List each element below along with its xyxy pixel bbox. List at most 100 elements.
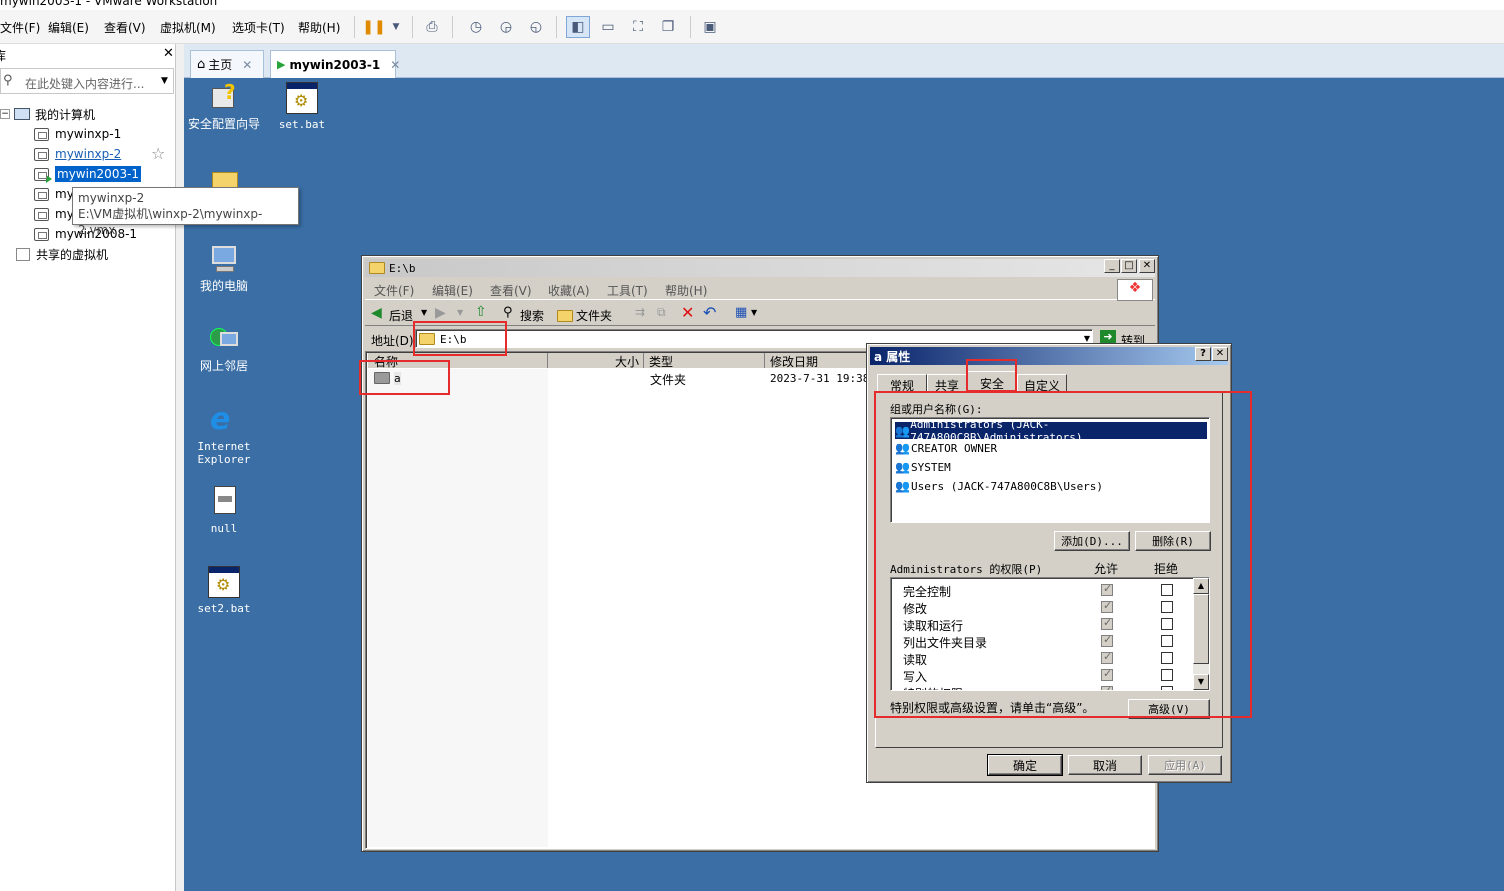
chevron-down-icon[interactable]: ▼ [384,16,408,38]
deny-checkbox[interactable] [1161,652,1173,664]
undo-icon[interactable]: ↶ [703,303,716,322]
menu-tabs[interactable]: 选项卡(T) [232,19,285,36]
deny-checkbox[interactable] [1161,669,1173,681]
allow-checkbox[interactable] [1101,616,1113,630]
chevron-down-icon[interactable]: ▼ [421,308,427,317]
snapshot-icon[interactable]: ◷ [464,16,488,38]
menu-vm[interactable]: 虚拟机(M) [160,19,216,36]
menu-file[interactable]: 文件(F) [374,282,414,299]
help-button[interactable]: ? [1195,347,1211,361]
remove-user-button[interactable]: 删除(R) [1135,531,1211,551]
search-button[interactable]: 搜索 [520,307,544,324]
tab-sharing[interactable]: 共享 [927,374,967,393]
user-list[interactable]: 👥 Administrators (JACK-747A800C8B\Admini… [890,417,1210,523]
ok-button[interactable]: 确定 [987,754,1063,776]
allow-checkbox[interactable] [1101,667,1113,681]
menu-tools[interactable]: 工具(T) [607,282,648,299]
desktop-icon-network[interactable]: 网上邻居 [184,324,264,373]
close-icon[interactable]: ✕ [390,58,400,72]
unity-icon[interactable]: ❐ [656,16,680,38]
revert-snapshot-icon[interactable]: ◶ [494,16,518,38]
tab-mywin2003-1[interactable]: ▶ mywin2003-1 ✕ [270,50,400,78]
menu-edit[interactable]: 编辑(E) [48,19,89,36]
menu-edit[interactable]: 编辑(E) [432,282,473,299]
close-icon[interactable]: ✕ [163,46,174,61]
properties-titlebar[interactable]: a 属性 [870,347,1228,365]
scrollbar[interactable]: ▲ ▼ [1193,578,1209,690]
advanced-button[interactable]: 高级(V) [1128,699,1210,719]
deny-checkbox[interactable] [1161,635,1173,647]
allow-checkbox[interactable] [1101,650,1113,664]
back-button[interactable]: 后退 [389,307,413,324]
desktop-icon-null[interactable]: null [184,486,264,535]
column-size[interactable]: 大小 [549,353,644,369]
apply-button[interactable]: 应用(A) [1148,755,1222,775]
folders-button[interactable]: 文件夹 [576,307,612,324]
allow-checkbox[interactable] [1101,633,1113,647]
library-search[interactable]: ⚲ 在此处键入内容进行... ▼ [0,68,174,94]
forward-icon[interactable]: ▶ [435,305,446,321]
pause-icon[interactable]: ❚❚ [362,16,386,38]
show-library-icon[interactable]: ◧ [566,16,590,38]
chevron-down-icon[interactable]: ▼ [457,308,463,317]
view-options-icon[interactable]: ▣ [698,16,722,38]
add-user-button[interactable]: 添加(D)... [1054,531,1130,551]
menu-view[interactable]: 查看(V) [104,19,146,36]
desktop-icon-my-computer[interactable]: 我的电脑 [184,244,264,293]
deny-checkbox[interactable] [1161,601,1173,613]
menu-favorites[interactable]: 收藏(A) [548,282,590,299]
views-icon[interactable]: ▦ [735,305,747,320]
user-list-item[interactable]: 👥 Administrators (JACK-747A800C8B\Admini… [895,418,1207,444]
deny-checkbox[interactable] [1161,686,1173,690]
tree-vm-mywinxp-2[interactable]: mywinxp-2 [34,144,121,164]
desktop-icon-ie[interactable]: e Internet Explorer [184,402,264,466]
tree-vm-mywinxp-1[interactable]: mywinxp-1 [34,124,121,144]
tab-customize[interactable]: 自定义 [1017,374,1067,393]
menu-file[interactable]: 文件(F) [0,19,40,36]
menu-view[interactable]: 查看(V) [490,282,532,299]
console-view-icon[interactable]: ▭ [596,16,620,38]
menu-help[interactable]: 帮助(H) [665,282,707,299]
move-to-icon[interactable]: ⇉ [635,305,645,319]
deny-checkbox[interactable] [1161,618,1173,630]
delete-icon[interactable]: ✕ [681,303,694,322]
tab-general[interactable]: 常规 [877,374,927,393]
allow-checkbox[interactable] [1101,684,1113,690]
cancel-button[interactable]: 取消 [1068,755,1142,775]
tree-vm-4[interactable]: my [34,184,74,204]
menu-help[interactable]: 帮助(H) [298,19,340,36]
collapse-icon[interactable]: − [0,109,10,119]
search-input[interactable]: 在此处键入内容进行... [25,75,144,92]
user-list-item[interactable]: 👥 Users (JACK-747A800C8B\Users) [895,479,1103,493]
minimize-button[interactable]: _ [1104,259,1120,273]
column-type[interactable]: 类型 [645,353,765,369]
chevron-down-icon[interactable]: ▼ [161,76,168,86]
tree-my-computer[interactable]: − 我的计算机 [0,104,95,124]
snapshot-manager-icon[interactable]: ◵ [524,16,548,38]
deny-checkbox[interactable] [1161,584,1173,596]
close-button[interactable]: ✕ [1212,347,1228,361]
scroll-thumb[interactable] [1193,594,1209,664]
scroll-down-icon[interactable]: ▼ [1193,674,1209,690]
permissions-list[interactable]: 完全控制修改读取和运行列出文件夹目录读取写入特别的权限 ▲ ▼ [890,577,1210,691]
up-folder-icon[interactable]: ⇧ [475,304,487,320]
desktop-icon-set-bat[interactable]: set.bat [262,82,342,131]
explorer-titlebar[interactable]: E:\b [365,259,1155,277]
close-button[interactable]: ✕ [1139,259,1155,273]
fullscreen-icon[interactable]: ⛶ [626,16,650,38]
back-icon[interactable]: ◀ [371,305,382,321]
close-icon[interactable]: ✕ [242,58,252,72]
scroll-up-icon[interactable]: ▲ [1193,578,1209,594]
allow-checkbox[interactable] [1101,582,1113,596]
desktop-icon-set2-bat[interactable]: set2.bat [184,566,264,615]
tree-vm-5[interactable]: my [34,204,74,224]
tree-shared-vms[interactable]: 共享的虚拟机 [16,244,108,264]
user-list-item[interactable]: 👥 SYSTEM [895,460,951,474]
tree-vm-mywin2003-1[interactable]: mywin2003-1 [34,164,142,184]
tab-home[interactable]: ⌂ 主页 ✕ [190,50,264,78]
allow-checkbox[interactable] [1101,599,1113,613]
tab-security[interactable]: 安全 [967,371,1017,393]
send-keys-icon[interactable]: ⎙ [420,16,444,38]
chevron-down-icon[interactable]: ▼ [751,308,757,317]
user-list-item[interactable]: 👥 CREATOR OWNER [895,441,997,455]
